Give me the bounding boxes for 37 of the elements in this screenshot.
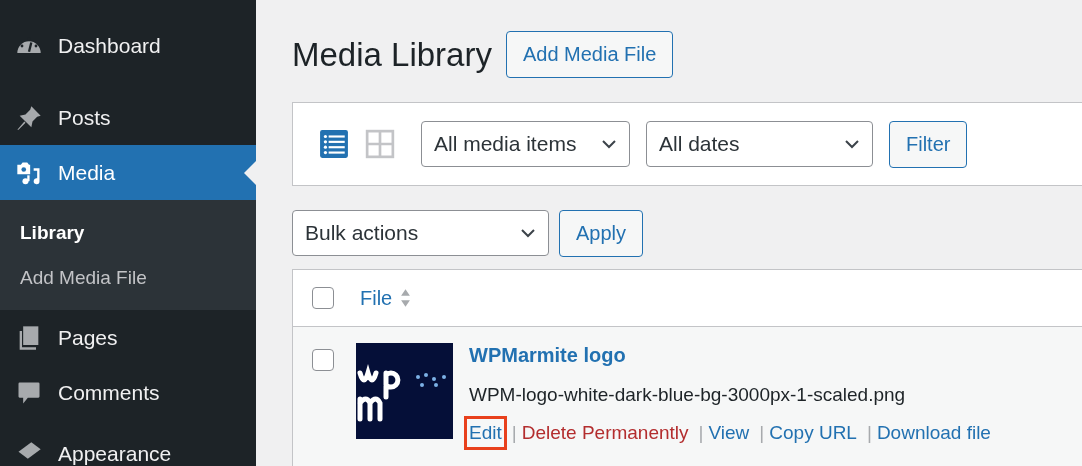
delete-link[interactable]: Delete Permanently: [516, 416, 694, 450]
row-action-link[interactable]: Edit: [464, 416, 507, 450]
row-action-link[interactable]: Copy URL: [764, 416, 862, 450]
row-action-link[interactable]: Download file: [871, 416, 996, 450]
chevron-down-icon: [520, 228, 536, 238]
select-all-checkbox[interactable]: [312, 287, 334, 309]
list-view-icon[interactable]: [319, 129, 349, 159]
row-action-link[interactable]: View: [703, 416, 755, 450]
sidebar-item[interactable]: Media: [0, 145, 256, 200]
link-separator: |: [866, 422, 872, 444]
current-menu-pointer: [244, 161, 256, 185]
sidebar-item[interactable]: Dashboard: [0, 18, 256, 73]
link-separator: |: [759, 422, 765, 444]
date-select[interactable]: All dates: [646, 121, 873, 167]
apply-button[interactable]: Apply: [559, 210, 644, 257]
submenu-item[interactable]: Add Media File: [0, 255, 256, 300]
column-header[interactable]: File: [360, 286, 393, 310]
sidebar-item[interactable]: Comments: [0, 365, 256, 420]
add-media-button[interactable]: Add Media File: [505, 31, 674, 78]
sidebar-item[interactable]: Appearance: [0, 426, 256, 466]
chevron-down-icon: [601, 139, 617, 149]
grid-view-icon[interactable]: [365, 129, 395, 159]
media-type-select[interactable]: All media items: [421, 121, 630, 167]
sort-icon[interactable]: [400, 287, 412, 309]
chevron-down-icon: [844, 139, 860, 149]
sidebar-item[interactable]: Posts: [0, 90, 256, 145]
row-checkbox[interactable]: [312, 349, 334, 371]
pin-icon: [15, 103, 43, 132]
media-title-link[interactable]: WPMarmite logo: [469, 344, 996, 367]
bulk-actions-select[interactable]: Bulk actions: [292, 210, 549, 256]
sidebar-item[interactable]: Pages: [0, 310, 256, 365]
link-separator: |: [698, 422, 704, 444]
page-title: Media Library: [292, 35, 492, 74]
link-separator: |: [511, 422, 517, 444]
filter-button[interactable]: Filter: [889, 120, 968, 168]
submenu-item[interactable]: Library: [0, 210, 256, 255]
file-name: WPM-logo-white-dark-blue-bg-3000px-1-scaled.png: [469, 384, 907, 406]
